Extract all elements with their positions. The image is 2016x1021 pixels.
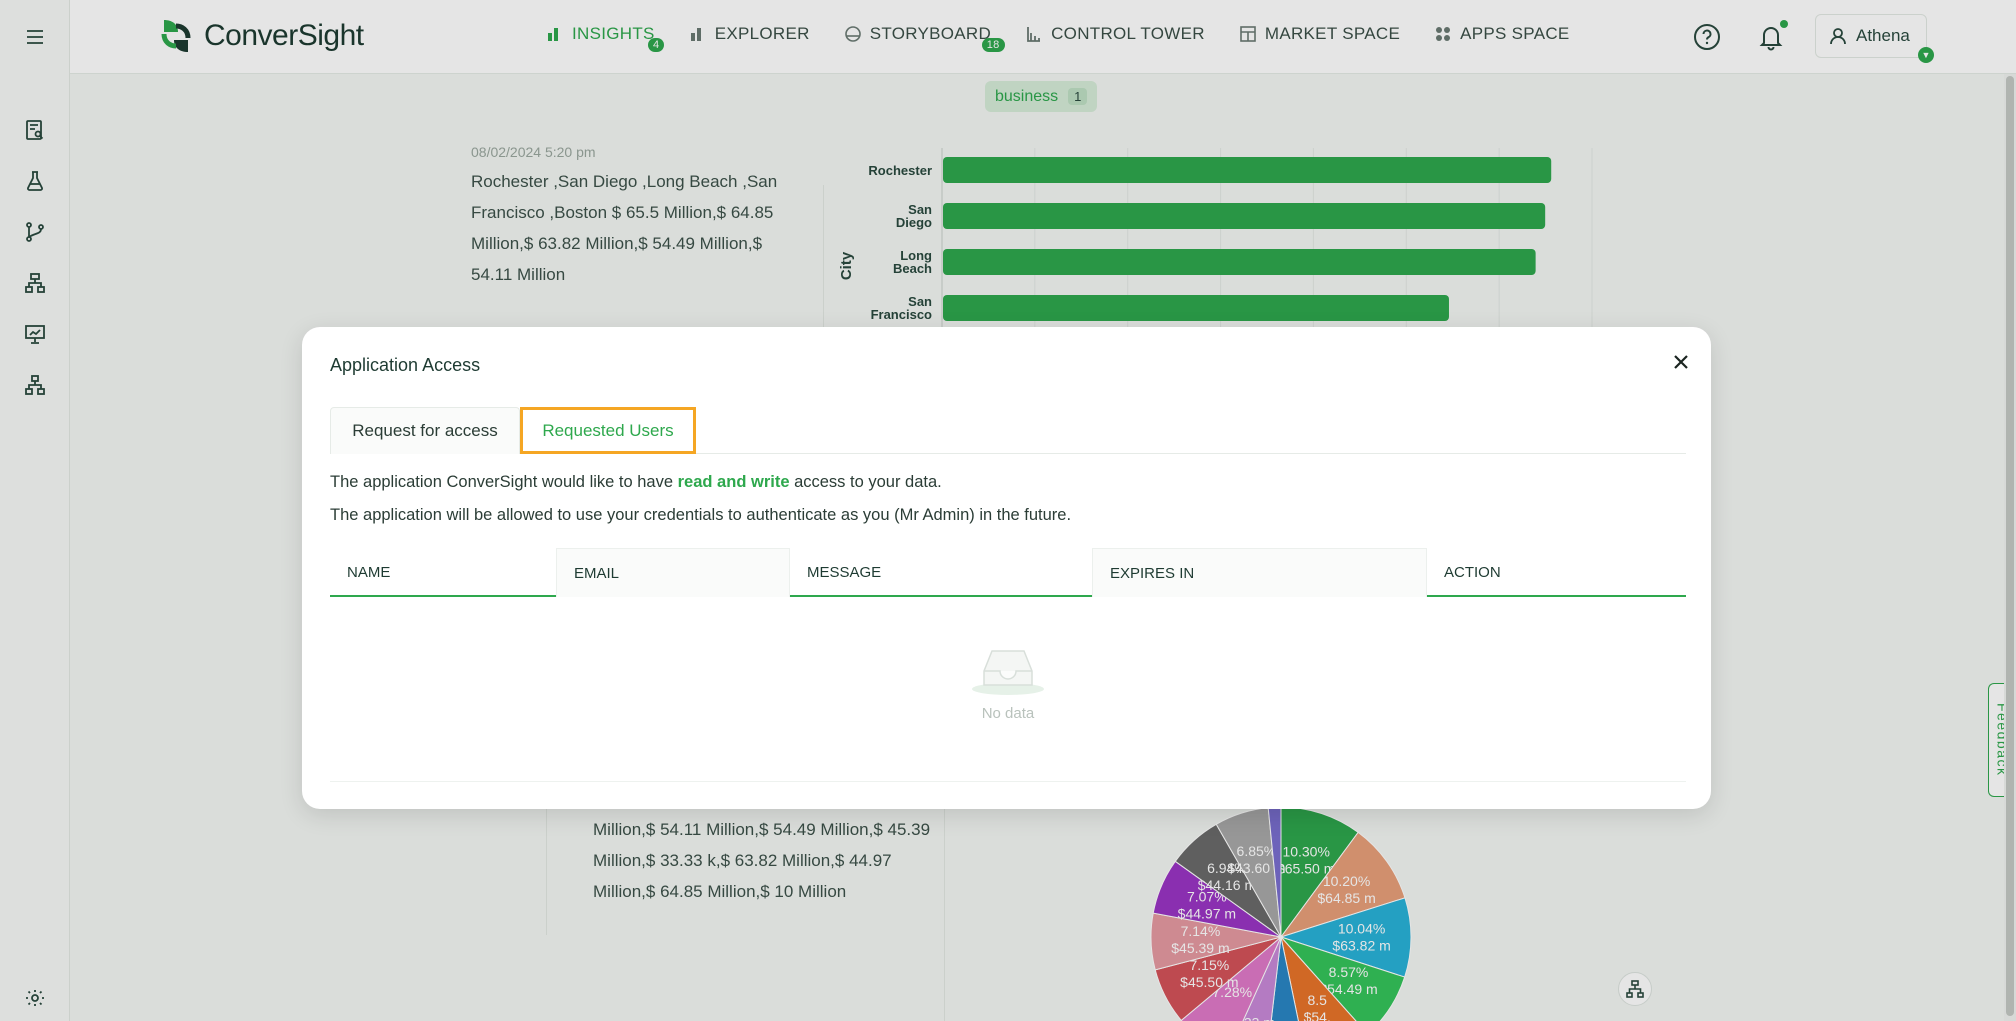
tab-request-for-access[interactable]: Request for access <box>330 407 520 454</box>
requested-users-table: NAME EMAIL MESSAGE EXPIRES IN ACTION No … <box>330 548 1686 782</box>
column-header-action[interactable]: ACTION <box>1427 548 1686 597</box>
close-icon <box>1674 355 1688 369</box>
column-header-name[interactable]: NAME <box>330 548 556 597</box>
table-header: NAME EMAIL MESSAGE EXPIRES IN ACTION <box>330 548 1686 597</box>
credentials-description: The application will be allowed to use y… <box>330 506 1072 524</box>
close-button[interactable] <box>1668 349 1694 375</box>
empty-state-text: No data <box>981 705 1035 722</box>
access-description-end: access to your data. <box>789 473 942 491</box>
application-access-modal: Application Access Request for access Re… <box>302 327 1711 809</box>
modal-title: Application Access <box>330 355 481 375</box>
access-level-highlight: read and write <box>677 473 790 491</box>
column-header-expires-in[interactable]: EXPIRES IN <box>1092 548 1427 597</box>
empty-state: No data <box>330 597 1686 782</box>
tab-requested-users[interactable]: Requested Users <box>520 407 696 454</box>
column-header-message[interactable]: MESSAGE <box>790 548 1092 597</box>
column-header-email[interactable]: EMAIL <box>556 548 790 597</box>
access-description: The application ConverSight would like t… <box>330 473 942 492</box>
empty-inbox-icon <box>972 650 1044 695</box>
access-description-start: The application ConverSight would like t… <box>330 473 678 491</box>
modal-tabs: Request for access Requested Users <box>330 407 1686 454</box>
